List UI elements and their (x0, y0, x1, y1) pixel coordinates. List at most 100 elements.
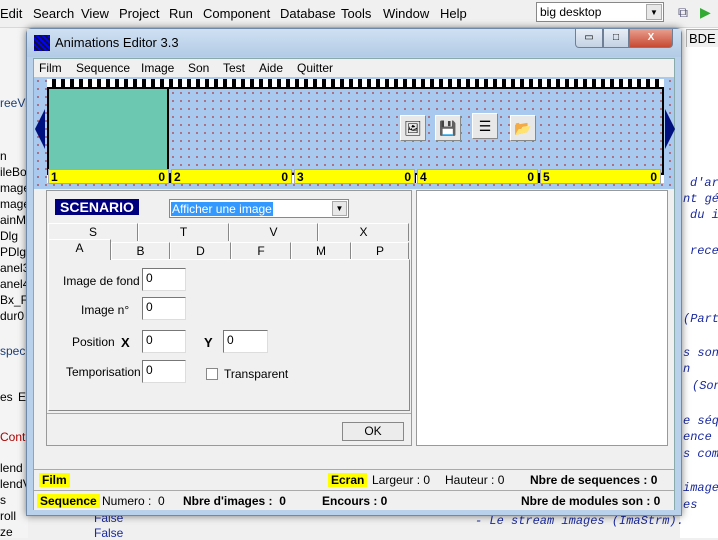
inspector-title: spec (0, 344, 26, 358)
preview-panel[interactable] (416, 190, 668, 446)
image-n-input[interactable]: 0 (142, 297, 186, 320)
scroll-right-arrow-icon[interactable] (665, 109, 675, 149)
open-folder-icon[interactable]: 📂 (510, 115, 536, 141)
transparent-checkbox[interactable] (206, 368, 218, 380)
code-line: d'ar (690, 176, 718, 190)
ide-menu-tools[interactable]: Tools (341, 6, 371, 21)
tab-v[interactable]: V (229, 223, 318, 241)
tab-m[interactable]: M (291, 242, 351, 260)
ide-menu-edit[interactable]: Edit (0, 6, 22, 21)
tab-p[interactable]: P (351, 242, 409, 260)
desktop-combo[interactable]: big desktop ▼ (536, 2, 664, 22)
tree-item[interactable]: ileBo (0, 165, 28, 179)
tab-d[interactable]: D (170, 242, 231, 260)
frame-number: 5 (543, 170, 550, 184)
maximize-button[interactable]: □ (603, 29, 629, 48)
tree-item[interactable]: mage (0, 181, 28, 195)
tree-item[interactable]: n (0, 149, 28, 163)
property-name[interactable]: roll (0, 509, 28, 523)
transparent-label: Transparent (224, 367, 289, 381)
close-button[interactable]: X (629, 29, 673, 48)
nb-images-value: Nbre d'images : 0 (183, 494, 286, 508)
tree-item[interactable]: ainM (0, 213, 28, 227)
menu-film[interactable]: Film (39, 61, 62, 75)
menu-image[interactable]: Image (141, 61, 174, 75)
position-y-label: Y (204, 335, 213, 350)
image-de-fond-label: Image de fond (63, 274, 140, 288)
menu-son[interactable]: Son (188, 61, 209, 75)
tree-item[interactable]: Dlg (0, 229, 28, 243)
app-icon (34, 35, 50, 51)
ide-menu-help[interactable]: Help (440, 6, 467, 21)
save-image-icon[interactable]: 💾 (435, 115, 461, 141)
tab-b[interactable]: B (111, 242, 170, 260)
ide-menu-project[interactable]: Project (119, 6, 159, 21)
ide-menu-database[interactable]: Database (280, 6, 336, 21)
film-frames: 🖼 💾 ☰ 📂 (49, 89, 662, 173)
scenario-panel: SCENARIO Afficher une image ▼ S T V X A B… (46, 190, 412, 446)
tree-item[interactable]: anel4 (0, 277, 28, 291)
ok-button[interactable]: OK (342, 422, 404, 441)
ide-run-icon[interactable]: ▶ (700, 4, 711, 21)
property-name[interactable]: ze (0, 525, 28, 539)
tree-item[interactable]: mage (0, 197, 28, 211)
frame-label-2[interactable]: 20 (171, 169, 292, 184)
ide-menu-search[interactable]: Search (33, 6, 74, 21)
open-image-icon[interactable]: 🖼 (400, 115, 426, 141)
tree-item[interactable]: dur0 (0, 309, 28, 323)
position-x-input[interactable]: 0 (142, 330, 186, 353)
tab-f[interactable]: F (231, 242, 291, 260)
film-frame-1-selected[interactable] (49, 89, 169, 173)
ide-tab-bde[interactable]: BDE (686, 29, 718, 47)
scroll-left-arrow-icon[interactable] (35, 109, 45, 149)
property-name[interactable]: lend (0, 461, 28, 475)
sequence-status-bar: Sequence Numero : 0 Nbre d'images : 0 En… (34, 490, 674, 510)
menu-aide[interactable]: Aide (259, 61, 283, 75)
frame-count: 0 (527, 170, 534, 184)
tree-item[interactable]: PDlg (0, 245, 28, 259)
inspector-tab-properties[interactable]: es (0, 390, 14, 404)
temporisation-label: Temporisation (66, 365, 141, 379)
chevron-down-icon[interactable]: ▼ (646, 4, 662, 20)
ide-menu-window[interactable]: Window (383, 6, 429, 21)
scenario-label: SCENARIO (55, 199, 139, 215)
tab-a[interactable]: A (48, 239, 111, 260)
frame-label-3[interactable]: 30 (294, 169, 415, 184)
position-y-input[interactable]: 0 (223, 330, 268, 353)
code-line: nt gé (683, 192, 718, 206)
tree-item[interactable]: anel3 (0, 261, 28, 275)
code-line: du i (690, 208, 718, 222)
menu-test[interactable]: Test (223, 61, 245, 75)
film-status-bar: Film Ecran Largeur : 0 Hauteur : 0 Nbre … (34, 469, 674, 489)
property-category: Contro (0, 430, 28, 444)
tab-x[interactable]: X (318, 223, 409, 241)
ide-menu-view[interactable]: View (81, 6, 109, 21)
frame-label-1[interactable]: 10 (48, 169, 169, 184)
menu-sequence[interactable]: Sequence (76, 61, 130, 75)
ide-menu-component[interactable]: Component (203, 6, 270, 21)
ide-menu-run[interactable]: Run (169, 6, 193, 21)
chevron-down-icon[interactable]: ▼ (332, 201, 347, 216)
image-de-fond-input[interactable]: 0 (142, 268, 186, 291)
numero-value: Numero : 0 (102, 494, 165, 508)
property-name[interactable]: s (0, 493, 28, 507)
frame-label-5[interactable]: 50 (540, 169, 661, 184)
sequence-label: Sequence (37, 494, 100, 508)
film-sprockets (47, 79, 664, 87)
properties-icon[interactable]: ☰ (472, 113, 498, 139)
ecran-label: Ecran (328, 473, 368, 487)
frame-label-4[interactable]: 40 (417, 169, 538, 184)
image-n-label: Image n° (81, 303, 130, 317)
code-editor[interactable]: d'ar nt gé du i rece (Part s son n (Son … (680, 28, 718, 538)
property-name[interactable]: lendV (0, 477, 28, 491)
temporisation-input[interactable]: 0 (142, 360, 186, 383)
minimize-button[interactable]: ▭ (575, 29, 603, 48)
action-select[interactable]: Afficher une image ▼ (169, 199, 349, 218)
animations-editor-window: Animations Editor 3.3 ▭ □ X Film Sequenc… (26, 28, 682, 516)
tab-t[interactable]: T (138, 223, 229, 241)
tree-item[interactable]: Bx_F (0, 293, 28, 307)
menu-quitter[interactable]: Quitter (297, 61, 333, 75)
code-line: ence (683, 430, 712, 444)
ide-toolbar-icon[interactable]: ⧉ (678, 4, 688, 21)
title-bar[interactable]: Animations Editor 3.3 ▭ □ X (27, 29, 681, 57)
